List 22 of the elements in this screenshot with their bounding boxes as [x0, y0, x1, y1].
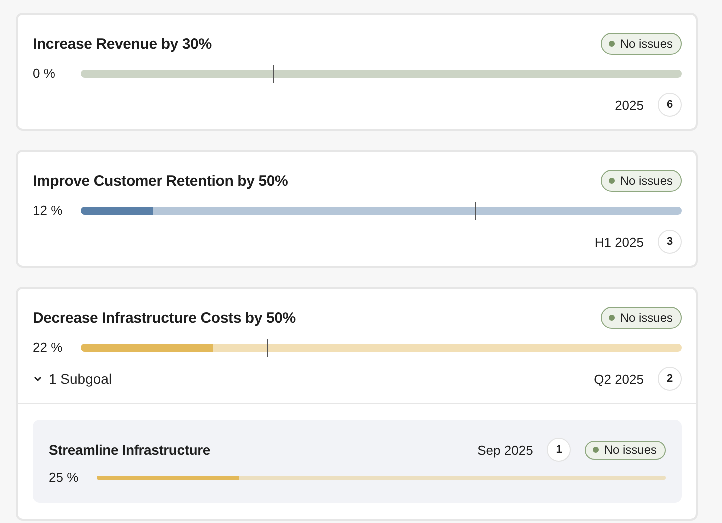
period-label: Sep 2025 — [478, 442, 534, 458]
status-badge: No issues — [601, 170, 682, 192]
status-badge: No issues — [601, 307, 682, 329]
status-badge: No issues — [601, 33, 682, 55]
count-badge: 2 — [658, 367, 682, 391]
period-label: Q2 2025 — [594, 372, 644, 386]
subgoal-card[interactable]: Streamline Infrastructure Sep 2025 1 No issues 25 % — [33, 420, 682, 503]
period-label: 2025 — [615, 98, 644, 112]
goal-title: Increase Revenue by 30% — [33, 36, 212, 52]
count-badge: 3 — [658, 230, 682, 254]
goal-title: Improve Customer Retention by 50% — [33, 172, 288, 190]
status-badge: No issues — [585, 440, 666, 460]
progress-percent: 22 % — [33, 340, 64, 355]
subgoal-title: Streamline Infrastructure — [49, 442, 210, 458]
progress-percent: 0 % — [33, 66, 56, 81]
progress-percent: 25 % — [49, 470, 80, 485]
subgoal-toggle[interactable]: 1 Subgoal — [33, 371, 112, 387]
progress-percent: 12 % — [33, 203, 64, 218]
count-badge: 6 — [658, 93, 682, 117]
period-label: H1 2025 — [594, 234, 644, 250]
goal-title: Decrease Infrastructure Costs by 50% — [33, 310, 296, 326]
count-badge: 1 — [547, 438, 572, 462]
